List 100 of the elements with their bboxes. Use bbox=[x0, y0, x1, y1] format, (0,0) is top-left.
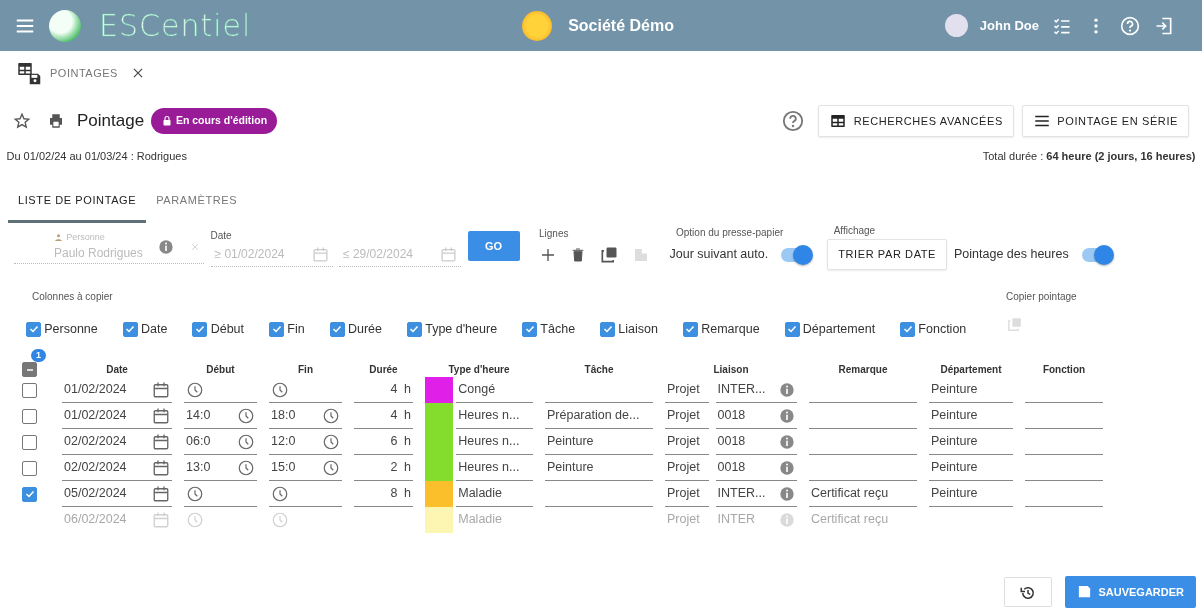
info-icon[interactable] bbox=[779, 459, 795, 476]
task-field[interactable]: Préparation de... bbox=[545, 403, 653, 429]
duration-field[interactable]: 8 h bbox=[354, 481, 413, 507]
action-button[interactable]: RECHERCHES AVANCÉES bbox=[818, 105, 1014, 137]
clock-icon[interactable] bbox=[322, 432, 340, 451]
info-icon[interactable] bbox=[779, 381, 795, 398]
duration-unit: h bbox=[404, 485, 411, 503]
info-icon[interactable] bbox=[779, 407, 795, 424]
tab[interactable]: PARAMÈTRES bbox=[146, 181, 248, 223]
calendar-icon[interactable] bbox=[152, 484, 170, 503]
print-icon[interactable] bbox=[47, 112, 65, 130]
duration-field[interactable]: 4 h bbox=[354, 377, 413, 403]
person-icon bbox=[54, 233, 63, 242]
section-label: Colonnes à copier bbox=[32, 290, 114, 304]
date-field[interactable]: 05/02/2024 bbox=[62, 481, 172, 507]
company-name: Société Démo bbox=[568, 15, 674, 36]
check-mark-icon bbox=[23, 488, 36, 500]
link-code-field[interactable]: 0018 bbox=[715, 455, 797, 481]
calendar-icon[interactable] bbox=[152, 458, 170, 477]
remark-field: Certificat reçu bbox=[809, 507, 917, 533]
department-field[interactable]: Peinture bbox=[929, 403, 1013, 429]
clock-icon[interactable] bbox=[186, 484, 204, 503]
department-field[interactable]: Peinture bbox=[929, 481, 1013, 507]
checkbox[interactable] bbox=[192, 321, 208, 337]
calendar-icon[interactable] bbox=[152, 406, 170, 425]
task-field[interactable]: Peinture bbox=[545, 455, 653, 481]
clock-icon[interactable] bbox=[322, 406, 340, 425]
hour-type-field[interactable]: Congé bbox=[456, 377, 533, 403]
clock-icon[interactable] bbox=[186, 380, 204, 399]
hour-type-field[interactable]: Maladie bbox=[456, 481, 533, 507]
checkbox[interactable] bbox=[26, 321, 41, 337]
sort-button[interactable]: TRIER PAR DATE bbox=[827, 239, 947, 270]
remark-field[interactable]: Certificat reçu bbox=[809, 481, 917, 507]
date-field[interactable]: 01/02/2024 bbox=[62, 377, 172, 403]
field-label: Option du presse-papier bbox=[676, 225, 785, 240]
checkbox[interactable] bbox=[122, 321, 138, 337]
info-icon[interactable] bbox=[779, 433, 795, 450]
history-button[interactable] bbox=[1003, 576, 1052, 607]
link-type-field[interactable]: Projet bbox=[665, 481, 709, 507]
time-field[interactable]: 14:0 bbox=[184, 403, 257, 429]
clock-icon[interactable] bbox=[271, 484, 289, 503]
department-field[interactable]: Peinture bbox=[929, 455, 1013, 481]
clock-icon[interactable] bbox=[237, 406, 255, 425]
duration-field[interactable]: 2 h bbox=[354, 455, 413, 481]
toggle-switch[interactable] bbox=[781, 247, 810, 262]
clock-icon[interactable] bbox=[237, 458, 255, 477]
logout-icon[interactable] bbox=[1154, 15, 1174, 36]
time-field[interactable]: 13:0 bbox=[184, 455, 257, 481]
duration-field[interactable]: 4 h bbox=[354, 403, 413, 429]
clock-icon[interactable] bbox=[237, 432, 255, 451]
checkbox[interactable] bbox=[406, 321, 422, 337]
row-checkbox[interactable] bbox=[22, 460, 37, 476]
duration-field[interactable]: 6 h bbox=[354, 429, 413, 455]
row-checkbox[interactable] bbox=[22, 434, 37, 450]
checkbox[interactable] bbox=[784, 321, 800, 337]
help-icon[interactable] bbox=[782, 110, 805, 132]
duration-value: 4 bbox=[390, 381, 398, 399]
link-type-field[interactable]: Projet bbox=[665, 377, 709, 403]
department-field[interactable]: Peinture bbox=[929, 377, 1013, 403]
checkbox[interactable] bbox=[269, 321, 285, 337]
clock-icon[interactable] bbox=[322, 458, 340, 477]
link-code-field[interactable]: 0018 bbox=[715, 403, 797, 429]
time-field[interactable]: 06:0 bbox=[184, 429, 257, 455]
date-field[interactable]: 01/02/2024 bbox=[62, 403, 172, 429]
date-field[interactable]: 02/02/2024 bbox=[62, 455, 172, 481]
time-field[interactable]: 12:0 bbox=[269, 429, 342, 455]
link-type-field[interactable]: Projet bbox=[665, 455, 709, 481]
doc-tab-label[interactable]: POINTAGES bbox=[50, 64, 118, 82]
hour-type-field[interactable]: Heures n... bbox=[456, 429, 533, 455]
info-icon[interactable] bbox=[158, 238, 175, 255]
date-field[interactable]: 02/02/2024 bbox=[62, 429, 172, 455]
link-type-field[interactable]: Projet bbox=[665, 429, 709, 455]
link-type-field[interactable]: Projet bbox=[665, 403, 709, 429]
task-field[interactable]: Peinture bbox=[545, 429, 653, 455]
hour-type-field[interactable]: Heures n... bbox=[456, 403, 533, 429]
row-checkbox[interactable] bbox=[22, 408, 37, 424]
checkbox[interactable] bbox=[522, 321, 538, 337]
delete-icon[interactable] bbox=[570, 246, 586, 263]
checkbox[interactable] bbox=[682, 321, 698, 337]
info-icon[interactable] bbox=[779, 485, 795, 502]
time-field[interactable]: 18:0 bbox=[269, 403, 342, 429]
checkbox[interactable] bbox=[329, 321, 345, 337]
row-checkbox[interactable] bbox=[22, 486, 37, 502]
checkbox[interactable] bbox=[600, 321, 616, 337]
time-field[interactable]: 15:0 bbox=[269, 455, 342, 481]
calendar-icon[interactable] bbox=[152, 380, 170, 399]
tab[interactable]: LISTE DE POINTAGE bbox=[8, 181, 147, 223]
favorite-star-icon[interactable] bbox=[13, 112, 31, 130]
checkbox-label: Liaison bbox=[618, 321, 658, 338]
department-field[interactable]: Peinture bbox=[929, 429, 1013, 455]
link-code-field[interactable]: 0018 bbox=[715, 429, 797, 455]
action-button[interactable]: POINTAGE EN SÉRIE bbox=[1021, 105, 1189, 137]
select-all-checkbox[interactable] bbox=[22, 362, 37, 377]
calendar-icon[interactable] bbox=[152, 432, 170, 451]
link-code-field[interactable]: INTER... bbox=[715, 481, 797, 507]
hour-type-field[interactable]: Heures n... bbox=[456, 455, 533, 481]
clock-icon[interactable] bbox=[271, 380, 289, 399]
link-code-field[interactable]: INTER... bbox=[715, 377, 797, 403]
row-checkbox[interactable] bbox=[22, 382, 37, 398]
checkbox[interactable] bbox=[900, 321, 916, 337]
